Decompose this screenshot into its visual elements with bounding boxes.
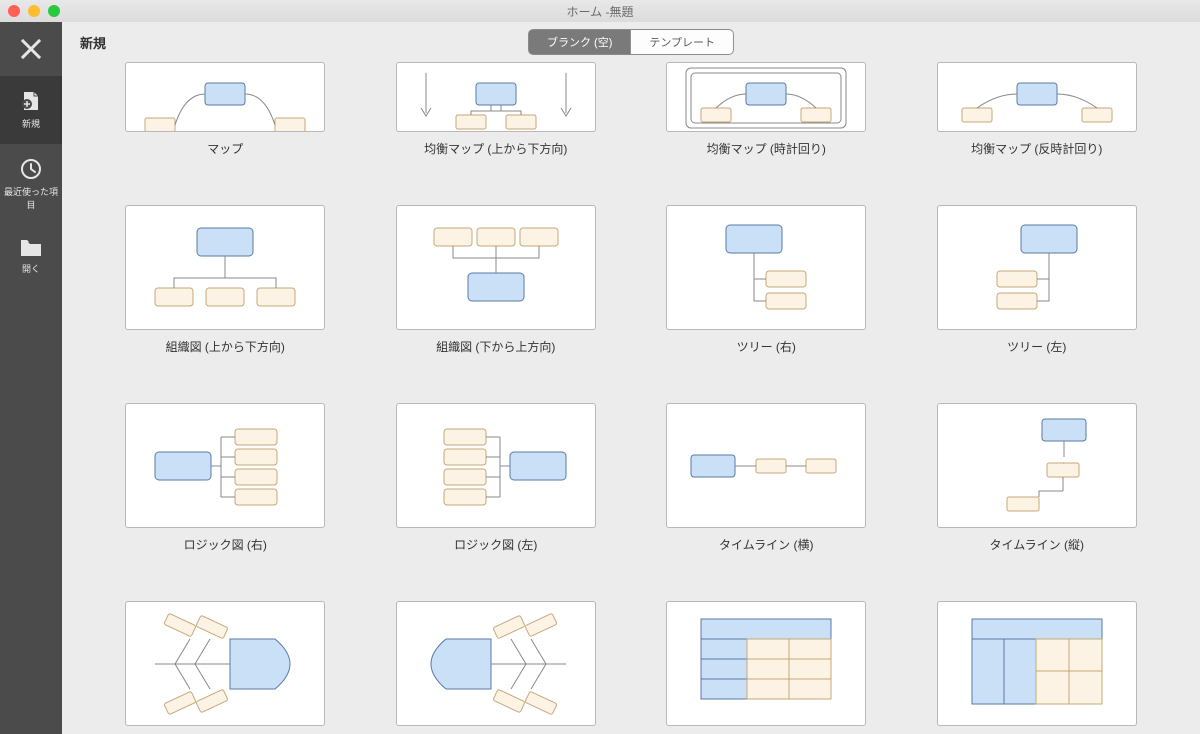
template-card[interactable]: ロジック図 (右) (122, 403, 329, 553)
minimize-window-icon[interactable] (28, 5, 40, 17)
template-card[interactable]: ロジック図 (左) (393, 403, 600, 553)
toggle-blank[interactable]: ブランク (空) (528, 29, 631, 55)
template-label: 均衡マップ (時計回り) (707, 140, 826, 157)
template-card[interactable]: 均衡マップ (上から下方向) (393, 62, 600, 157)
template-card[interactable]: 魚骨図 (右向き) (122, 601, 329, 734)
folder-icon (20, 239, 42, 257)
template-card[interactable]: 組織図 (上から下方向) (122, 205, 329, 355)
template-label: ロジック図 (右) (184, 536, 267, 553)
template-card[interactable]: マトリックス (列) (934, 601, 1141, 734)
sidebar-item-open[interactable]: 開く (0, 225, 62, 289)
sidebar-close[interactable] (0, 22, 62, 76)
sidebar-item-label: 新規 (22, 117, 40, 130)
main-panel: 新規 ブランク (空) テンプレート マップ (62, 22, 1200, 734)
template-card[interactable]: 魚骨図 (左向き) (393, 601, 600, 734)
template-card[interactable]: マップ (122, 62, 329, 157)
new-doc-icon (20, 90, 42, 112)
template-card[interactable]: 均衡マップ (時計回り) (663, 62, 870, 157)
template-label: 均衡マップ (反時計回り) (971, 140, 1102, 157)
sidebar: 新規 最近使った項目 開く (0, 22, 62, 734)
close-icon (20, 38, 42, 60)
close-window-icon[interactable] (8, 5, 20, 17)
template-card[interactable]: ツリー (右) (663, 205, 870, 355)
template-label: ツリー (右) (737, 338, 796, 355)
content-header: 新規 ブランク (空) テンプレート (62, 22, 1200, 62)
template-grid: マップ 均衡マップ (上から下方向) (62, 62, 1200, 734)
sidebar-item-label: 最近使った項目 (0, 185, 62, 211)
template-card[interactable]: タイムライン (横) (663, 403, 870, 553)
template-label: マップ (207, 140, 243, 157)
view-toggle: ブランク (空) テンプレート (528, 29, 734, 55)
template-label: ツリー (左) (1007, 338, 1066, 355)
clock-icon (20, 158, 42, 180)
sidebar-item-recent[interactable]: 最近使った項目 (0, 144, 62, 225)
titlebar: ホーム -無題 (0, 0, 1200, 22)
template-label: ロジック図 (左) (454, 536, 537, 553)
maximize-window-icon[interactable] (48, 5, 60, 17)
sidebar-item-new[interactable]: 新規 (0, 76, 62, 144)
template-card[interactable]: マトリックス (行) (663, 601, 870, 734)
template-card[interactable]: 組織図 (下から上方向) (393, 205, 600, 355)
page-title: 新規 (80, 33, 106, 52)
template-card[interactable]: 均衡マップ (反時計回り) (934, 62, 1141, 157)
template-label: タイムライン (縦) (990, 536, 1085, 553)
template-label: 均衡マップ (上から下方向) (424, 140, 567, 157)
window-title: ホーム -無題 (8, 3, 1192, 20)
template-grid-scroll[interactable]: マップ 均衡マップ (上から下方向) (62, 62, 1200, 734)
template-label: 組織図 (上から下方向) (166, 338, 285, 355)
toggle-template[interactable]: テンプレート (631, 29, 734, 55)
template-label: タイムライン (横) (719, 536, 814, 553)
sidebar-item-label: 開く (22, 262, 40, 275)
template-label: 組織図 (下から上方向) (436, 338, 555, 355)
template-card[interactable]: ツリー (左) (934, 205, 1141, 355)
window-controls (8, 5, 60, 17)
template-card[interactable]: タイムライン (縦) (934, 403, 1141, 553)
